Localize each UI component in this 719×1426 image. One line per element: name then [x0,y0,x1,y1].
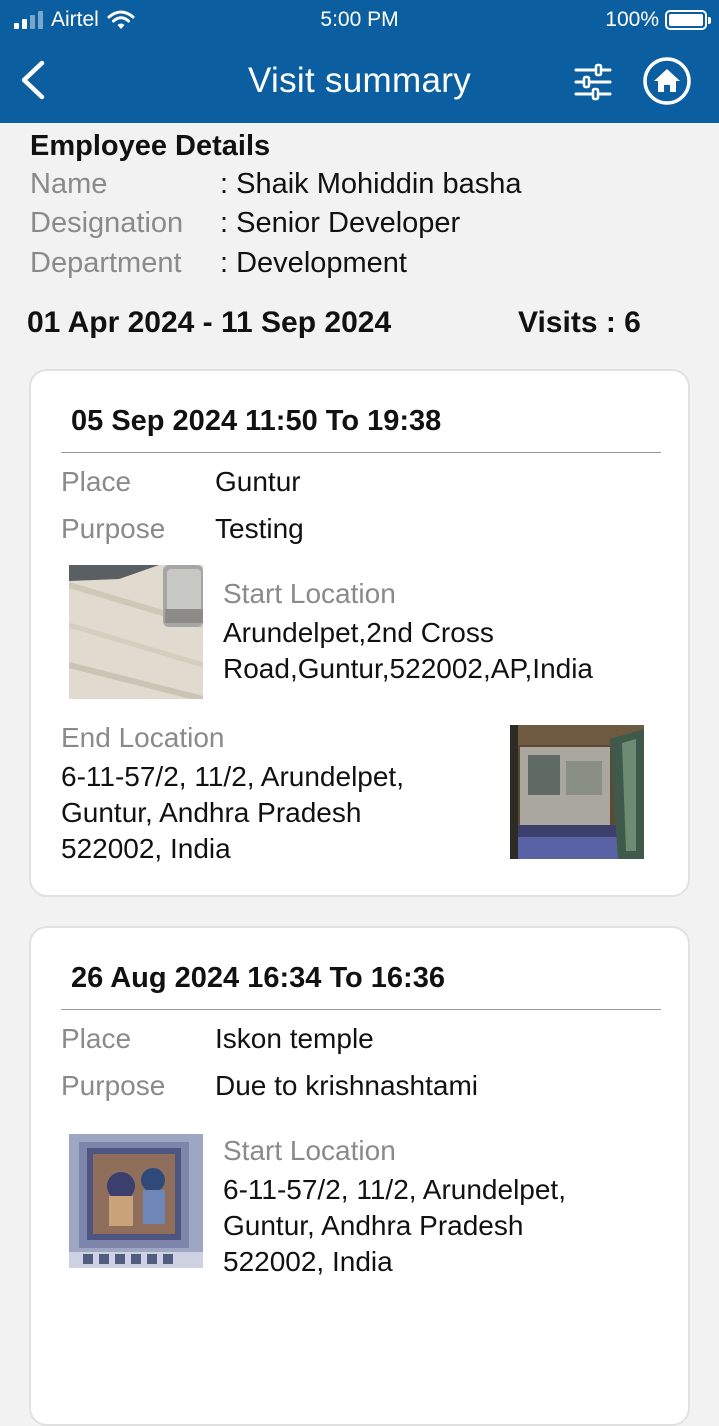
purpose-value: Due to krishnashtami [215,1070,479,1101]
end-location-photo[interactable] [510,725,644,859]
app-header: Airtel 5:00 PM 100% Visit summary [0,0,719,123]
employee-field-label: Department [30,247,182,279]
divider [61,452,661,453]
visit-card-title: 26 Aug 2024 16:34 To 16:36 [71,962,445,994]
employee-name-row: Name : Shaik Mohiddin basha [30,168,521,201]
place-row: Place Guntur [61,466,301,498]
purpose-label: Purpose [61,513,166,544]
start-location-value: 6-11-57/2, 11/2, Arundelpet, Guntur, And… [223,1174,566,1277]
battery-indicator: 100% [605,8,711,32]
visits-count: Visits : 6 [518,306,641,339]
purpose-row: Purpose Testing [61,513,304,545]
place-label: Place [61,1023,132,1054]
battery-percent: 100% [605,8,659,31]
place-row: Place Iskon temple [61,1023,374,1055]
employee-field-label: Name [30,168,108,200]
employee-designation-row: Designation : Senior Developer [30,207,460,240]
status-bar: Airtel 5:00 PM 100% [0,0,719,40]
purpose-label: Purpose [61,1070,166,1101]
start-location-value: Arundelpet,2nd Cross Road,Guntur,522002,… [223,617,594,684]
place-value: Guntur [215,466,301,497]
start-location-photo[interactable] [69,1134,203,1268]
employee-field-value: : Senior Developer [220,207,461,239]
divider [61,1009,661,1010]
place-value: Iskon temple [215,1023,374,1054]
start-location-photo[interactable] [69,565,203,699]
date-range: 01 Apr 2024 - 11 Sep 2024 [27,306,392,339]
start-location-label: Start Location [223,578,396,609]
employee-field-label: Designation [30,207,184,239]
purpose-value: Testing [215,513,304,544]
purpose-row: Purpose Due to krishnashtami [61,1070,478,1102]
home-icon[interactable] [642,56,692,106]
employee-field-value: : Development [220,247,407,279]
nav-bar: Visit summary [0,45,719,117]
end-location-label: End Location [61,722,225,753]
filter-sliders-icon[interactable] [572,61,614,103]
visit-card[interactable]: 26 Aug 2024 16:34 To 16:36 Place Iskon t… [29,926,690,1426]
visit-card[interactable]: 05 Sep 2024 11:50 To 19:38 Place Guntur … [29,369,690,897]
employee-department-row: Department : Development [30,247,407,280]
start-location-label: Start Location [223,1135,396,1166]
employee-details-title: Employee Details [30,130,271,162]
end-location-value: 6-11-57/2, 11/2, Arundelpet, Guntur, And… [61,761,404,864]
visit-card-title: 05 Sep 2024 11:50 To 19:38 [71,405,442,437]
battery-icon [665,10,711,30]
employee-field-value: : Shaik Mohiddin basha [220,168,522,200]
place-label: Place [61,466,132,497]
